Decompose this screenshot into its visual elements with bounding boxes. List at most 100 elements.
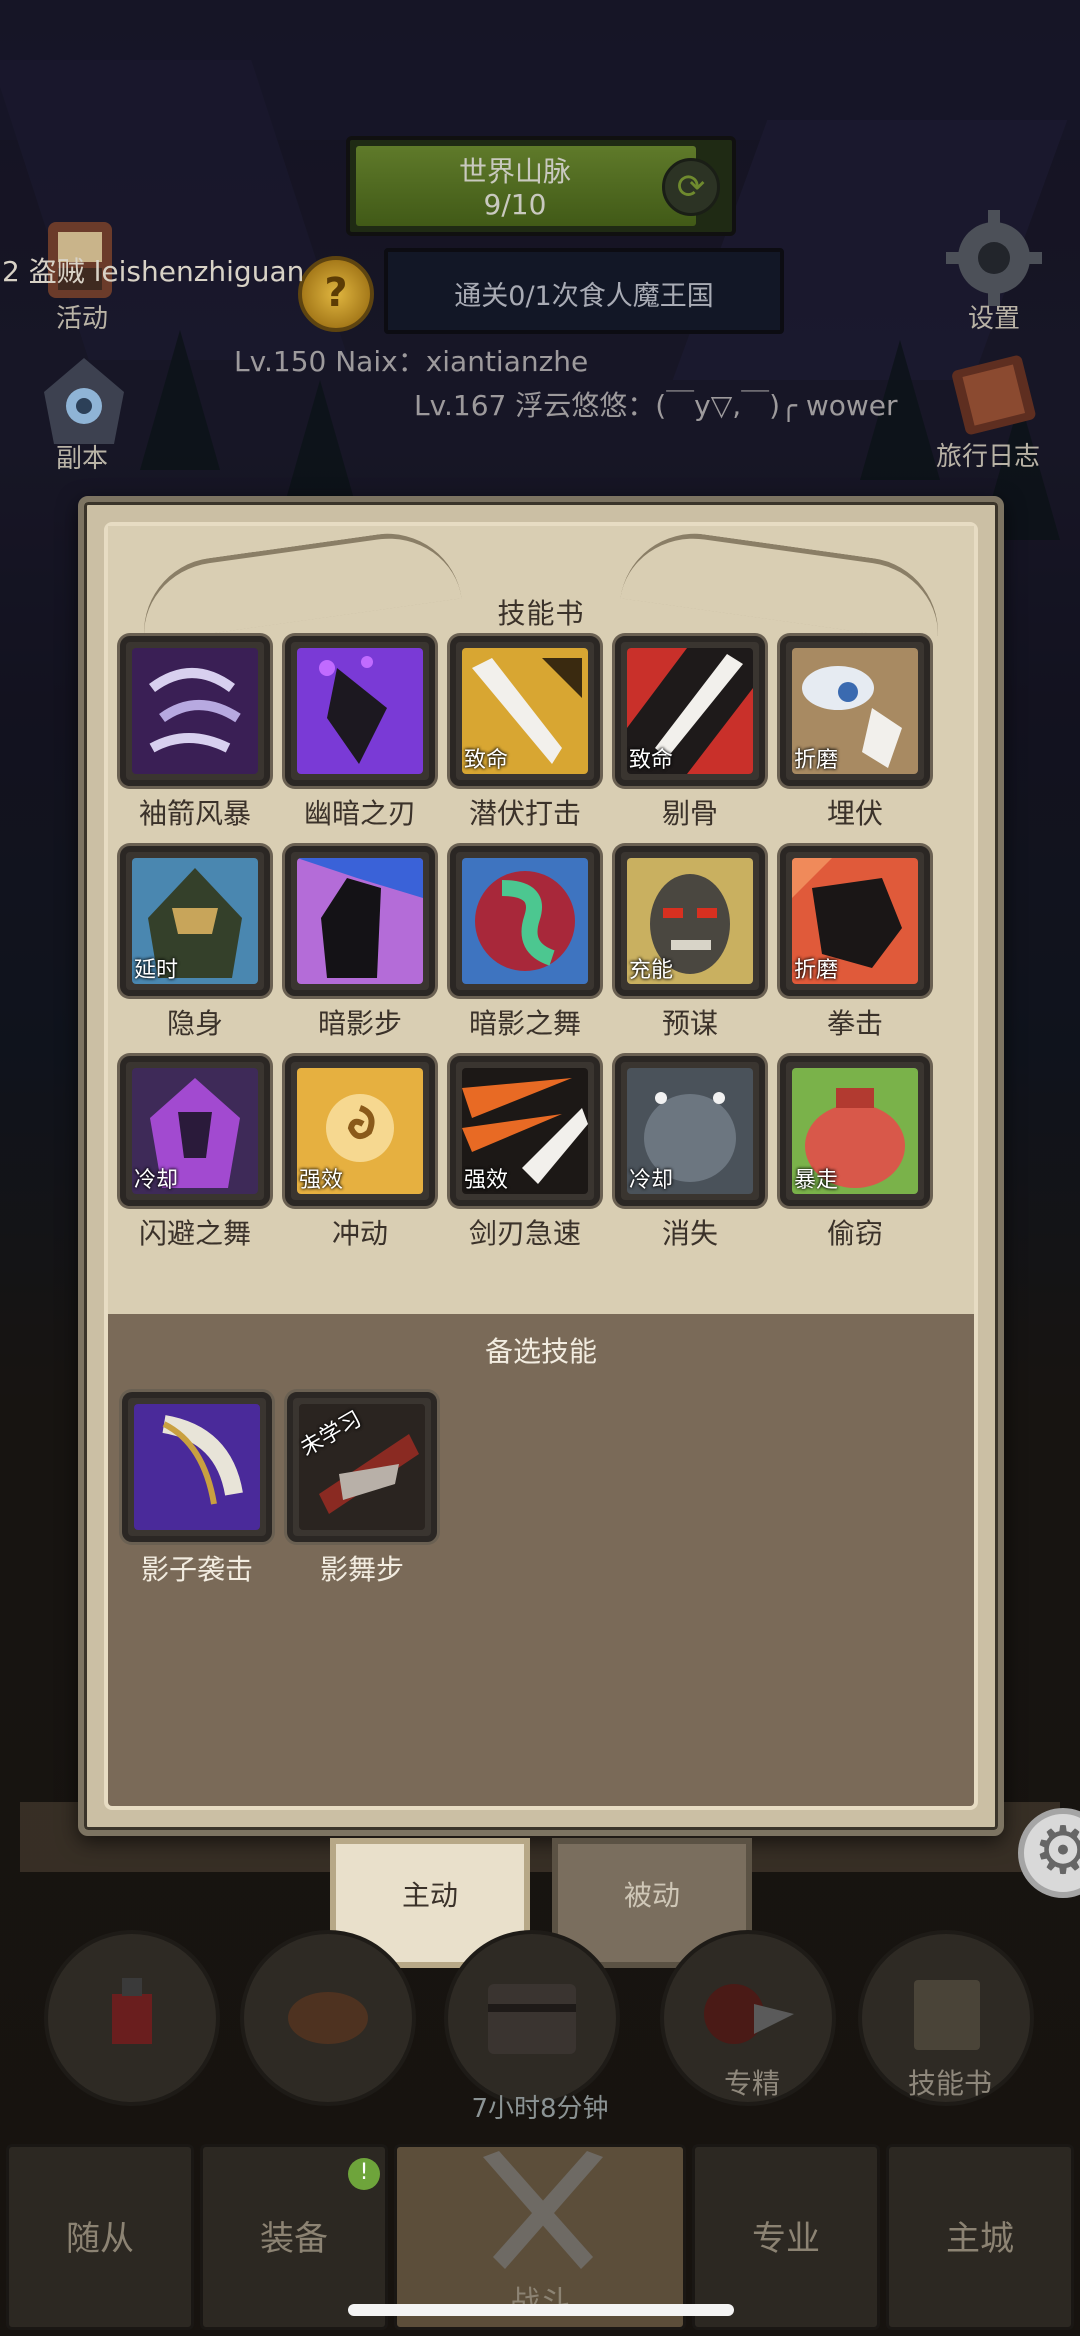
settings-label: 设置 xyxy=(968,304,1021,334)
skill-icon-frame xyxy=(120,636,270,786)
skill-tag: 暴走 xyxy=(794,1168,839,1193)
chat-line: 2 盗贼 leishenzhiguan xyxy=(2,255,305,288)
settings-icon[interactable] xyxy=(944,208,1044,308)
skill-tag: 强效 xyxy=(299,1168,344,1193)
skill-icon-frame: 冷却 xyxy=(120,1056,270,1206)
skill-slot[interactable]: 致命 剔骨 xyxy=(615,636,765,846)
skill-tag: 折磨 xyxy=(794,958,839,983)
skill-slot[interactable]: 折磨 埋伏 xyxy=(780,636,930,846)
skill-label: 剔骨 xyxy=(661,797,718,830)
skill-label: 拳击 xyxy=(826,1007,883,1040)
skill-grid: 袖箭风暴 幽暗之刃 致命 潜伏打击 致命 剔骨 折磨 埋伏 延时 隐身 暗影步 … xyxy=(108,636,974,1314)
bread-button[interactable] xyxy=(240,1930,416,2106)
modal-title: 技能书 xyxy=(497,597,585,630)
world-count: 9/10 xyxy=(483,188,547,221)
skill-tag: 致命 xyxy=(464,748,509,773)
skill-slot[interactable]: 袖箭风暴 xyxy=(120,636,270,846)
quest-icon[interactable]: ? xyxy=(298,256,374,332)
notification-badge: ! xyxy=(348,2158,380,2190)
shadow-dance-icon xyxy=(462,858,588,984)
skill-slot[interactable]: 致命 潜伏打击 xyxy=(450,636,600,846)
skill-slot[interactable]: 幽暗之刃 xyxy=(285,636,435,846)
skillbook-label: 技能书 xyxy=(907,2067,992,2100)
refresh-icon[interactable]: ⟳ xyxy=(662,158,720,216)
skill-tag: 强效 xyxy=(464,1168,509,1193)
skill-slot[interactable]: 充能 预谋 xyxy=(615,846,765,1056)
potion-button[interactable] xyxy=(44,1930,220,2106)
skill-icon-frame: 充能 xyxy=(615,846,765,996)
skill-icon-frame xyxy=(450,846,600,996)
skill-slot[interactable]: 延时 隐身 xyxy=(120,846,270,1056)
home-indicator[interactable] xyxy=(348,2304,734,2316)
skill-tag: 冷却 xyxy=(134,1168,179,1193)
skillbook-modal: 技能书 袖箭风暴 幽暗之刃 致命 潜伏打击 致命 剔骨 折磨 埋伏 延时 隐身 … xyxy=(78,496,1004,1836)
skill-slot[interactable]: 暗影步 xyxy=(285,846,435,1056)
world-progress[interactable]: 世界山脉 9/10 ⟳ xyxy=(346,136,736,236)
chest-button[interactable] xyxy=(444,1930,620,2106)
sleeve-arrow-storm-icon xyxy=(132,648,258,774)
skill-label: 剑刃急速 xyxy=(468,1217,581,1250)
alt-skill-slot[interactable]: 未学习 影舞步 xyxy=(287,1392,437,1602)
crossed-swords-icon xyxy=(483,2151,603,2269)
shadow-strike-icon xyxy=(134,1404,260,1530)
nav-main-city[interactable]: 主城 xyxy=(886,2144,1074,2330)
skill-label: 冲动 xyxy=(331,1217,388,1250)
skill-icon-frame: 冷却 xyxy=(615,1056,765,1206)
skill-tag: 折磨 xyxy=(794,748,839,773)
world-name: 世界山脉 xyxy=(458,155,571,188)
activity-label: 活动 xyxy=(56,304,109,334)
skill-slot[interactable]: 强效 剑刃急速 xyxy=(450,1056,600,1266)
skill-slot[interactable]: 冷却 闪避之舞 xyxy=(120,1056,270,1266)
skill-icon-frame xyxy=(285,846,435,996)
skill-tag: 充能 xyxy=(629,958,674,983)
alt-skill-slot[interactable]: 影子袭击 xyxy=(122,1392,272,1602)
skill-icon-frame: 折磨 xyxy=(780,846,930,996)
skill-label: 潜伏打击 xyxy=(468,797,581,830)
journal-label: 旅行日志 xyxy=(936,442,1041,472)
quest-banner[interactable]: 通关0/1次食人魔王国 xyxy=(384,248,784,334)
skill-icon-frame: 延时 xyxy=(120,846,270,996)
nav-profession[interactable]: 专业 xyxy=(692,2144,880,2330)
skill-tag: 致命 xyxy=(629,748,674,773)
skill-label: 消失 xyxy=(661,1217,718,1250)
player-line-1: Lv.150 Naix：xiantianzhe xyxy=(234,345,589,378)
skill-slot[interactable]: 冷却 消失 xyxy=(615,1056,765,1266)
skill-slot[interactable]: 暗影之舞 xyxy=(450,846,600,1056)
skill-icon-frame: 强效 xyxy=(285,1056,435,1206)
alt-skills-title: 备选技能 xyxy=(484,1335,597,1368)
dark-blade-icon xyxy=(297,648,423,774)
skill-label: 影舞步 xyxy=(319,1553,404,1586)
nav-main-city-label: 主城 xyxy=(946,2219,1014,2259)
skill-icon-frame xyxy=(285,636,435,786)
dungeon-icon[interactable] xyxy=(34,352,134,452)
skill-label: 闪避之舞 xyxy=(138,1217,251,1250)
skillbook-panel: 技能书 袖箭风暴 幽暗之刃 致命 潜伏打击 致命 剔骨 折磨 埋伏 延时 隐身 … xyxy=(104,522,978,1810)
skill-label: 埋伏 xyxy=(826,797,883,830)
alt-skills-panel: 备选技能 影子袭击 未学习 影舞步 xyxy=(116,1322,966,1802)
skill-icon-frame: 强效 xyxy=(450,1056,600,1206)
nav-profession-label: 专业 xyxy=(752,2219,820,2259)
skill-icon-frame: 未学习 xyxy=(287,1392,437,1542)
skill-tag: 冷却 xyxy=(629,1168,674,1193)
skill-slot[interactable]: 暴走 偷窃 xyxy=(780,1056,930,1266)
skill-icon-frame: 致命 xyxy=(615,636,765,786)
skill-icon-frame: 致命 xyxy=(450,636,600,786)
skill-label: 暗影步 xyxy=(317,1007,402,1040)
skill-label: 偷窃 xyxy=(826,1217,883,1250)
skill-label: 隐身 xyxy=(166,1007,223,1040)
nav-followers[interactable]: 随从 xyxy=(6,2144,194,2330)
journal-icon[interactable] xyxy=(944,346,1044,446)
skill-slot[interactable]: 折磨 拳击 xyxy=(780,846,930,1056)
skill-label: 影子袭击 xyxy=(140,1553,253,1586)
skill-tag: 延时 xyxy=(134,958,179,983)
dungeon-label: 副本 xyxy=(56,444,109,474)
skill-slot[interactable]: 强效 冲动 xyxy=(285,1056,435,1266)
skill-label: 幽暗之刃 xyxy=(303,797,416,830)
skill-label: 袖箭风暴 xyxy=(138,797,251,830)
skill-label: 暗影之舞 xyxy=(468,1007,581,1040)
quest-text: 通关0/1次食人魔王国 xyxy=(454,281,714,312)
nav-equipment-label: 装备 xyxy=(260,2219,328,2259)
player-line-2: Lv.167 浮云悠悠：(￣y▽,￣)╭ wower xyxy=(414,389,898,422)
nav-battle[interactable]: 战斗 xyxy=(394,2144,686,2330)
skill-icon-frame xyxy=(122,1392,272,1542)
